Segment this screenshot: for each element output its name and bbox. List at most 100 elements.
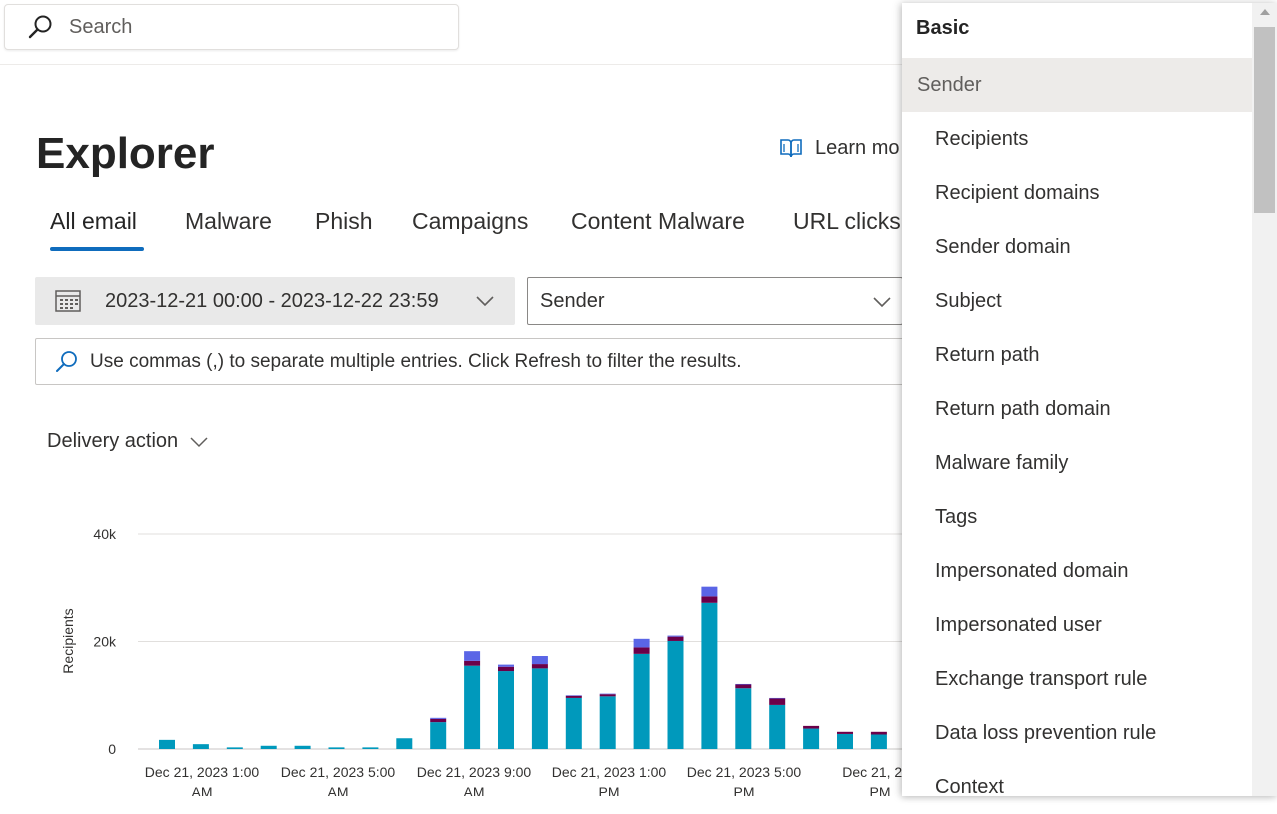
filter-input[interactable]: Use commas (,) to separate multiple entr… <box>35 338 915 385</box>
bar-segment[interactable] <box>769 697 786 699</box>
bar-segment[interactable] <box>701 586 718 597</box>
bar-segment[interactable] <box>633 647 650 654</box>
learn-more-label: Learn mo <box>815 136 900 159</box>
bar-segment[interactable] <box>531 668 548 749</box>
dropdown-item-return-path-domain[interactable]: Return path domain <box>902 382 1252 436</box>
bar-segment[interactable] <box>803 728 820 749</box>
bar-segment[interactable] <box>565 695 582 698</box>
x-tick-label: PM <box>599 784 620 796</box>
tab-url-clicks[interactable]: URL clicks <box>793 200 901 242</box>
bar-segment[interactable] <box>769 704 786 749</box>
bar-segment[interactable] <box>803 725 820 729</box>
search-icon <box>56 350 77 372</box>
bar-segment[interactable] <box>192 744 209 749</box>
bar-segment[interactable] <box>837 731 853 734</box>
search-icon <box>28 15 52 39</box>
dropdown-item-recipient-domains[interactable]: Recipient domains <box>902 166 1252 220</box>
bar-segment[interactable] <box>735 683 752 685</box>
bar-segment[interactable] <box>701 602 718 749</box>
bar-segment[interactable] <box>667 636 684 641</box>
x-tick-label: Dec 21, 2023 9:00 <box>417 764 532 780</box>
tab-malware[interactable]: Malware <box>185 200 272 242</box>
learn-more-link[interactable]: Learn mo <box>779 136 900 160</box>
bar-segment[interactable] <box>870 734 887 749</box>
y-tick-label: 0 <box>108 741 116 757</box>
page-title: Explorer <box>36 129 215 178</box>
bar-segment[interactable] <box>667 635 684 637</box>
bar-segment[interactable] <box>599 696 616 749</box>
book-icon <box>780 139 802 158</box>
bar-segment[interactable] <box>531 664 548 669</box>
tab-campaigns[interactable]: Campaigns <box>412 200 528 242</box>
date-range-picker[interactable]: 2023-12-21 00:00 - 2023-12-22 23:59 <box>35 277 515 325</box>
y-tick-label: 40k <box>93 526 117 542</box>
dropdown-section-header: Basic <box>916 17 970 39</box>
pivot-selector-label: Delivery action <box>47 430 179 452</box>
dropdown-item-sender-domain[interactable]: Sender domain <box>902 220 1252 274</box>
pivot-selector[interactable]: Delivery action <box>47 430 208 453</box>
bar-segment[interactable] <box>430 722 447 749</box>
bar-segment[interactable] <box>464 665 481 749</box>
y-axis-label: Recipients <box>60 608 76 673</box>
tab-phish[interactable]: Phish <box>315 200 373 242</box>
x-tick-label: PM <box>734 784 755 796</box>
scrollbar-thumb[interactable] <box>1254 27 1275 213</box>
bar-segment[interactable] <box>159 739 175 749</box>
dropdown-item-sender[interactable]: Sender <box>902 58 1252 112</box>
bar-segment[interactable] <box>464 660 481 666</box>
bar-segment[interactable] <box>464 651 481 661</box>
dropdown-item-subject[interactable]: Subject <box>902 274 1252 328</box>
bar-segment[interactable] <box>735 688 752 749</box>
tab-content-malware[interactable]: Content Malware <box>571 200 745 242</box>
bar-segment[interactable] <box>701 596 718 603</box>
x-tick-label: PM <box>870 784 891 796</box>
dropdown-item-tags[interactable]: Tags <box>902 490 1252 544</box>
bar-segment[interactable] <box>633 653 650 749</box>
bar-segment[interactable] <box>667 640 684 749</box>
property-select[interactable]: Sender <box>527 277 903 325</box>
dropdown-item-malware-family[interactable]: Malware family <box>902 436 1252 490</box>
date-range-value: 2023-12-21 00:00 - 2023-12-22 23:59 <box>105 289 439 312</box>
bar-segment[interactable] <box>260 745 277 749</box>
bar-segment[interactable] <box>870 731 887 735</box>
bar-segment[interactable] <box>362 747 379 749</box>
dropdown-item-return-path[interactable]: Return path <box>902 328 1252 382</box>
bar-segment[interactable] <box>633 638 650 648</box>
x-tick-label: Dec 21, 2023 5:00 <box>281 764 396 780</box>
bar-segment[interactable] <box>498 666 514 672</box>
active-tab-indicator <box>50 247 144 251</box>
bar-segment[interactable] <box>599 694 616 697</box>
bar-segment[interactable] <box>498 664 514 667</box>
bar-segment[interactable] <box>531 656 548 665</box>
x-tick-label: Dec 21, 2023 1:00 <box>145 764 260 780</box>
bar-segment[interactable] <box>430 717 447 719</box>
scroll-up-arrow-icon[interactable] <box>1260 9 1270 15</box>
bar-segment[interactable] <box>294 745 311 749</box>
chevron-down-icon <box>873 297 891 308</box>
dropdown-item-impersonated-user[interactable]: Impersonated user <box>902 598 1252 652</box>
dropdown-item-impersonated-domain[interactable]: Impersonated domain <box>902 544 1252 598</box>
tab-all-email[interactable]: All email <box>50 200 137 242</box>
bar-segment[interactable] <box>396 738 413 749</box>
dropdown-item-recipients[interactable]: Recipients <box>902 112 1252 166</box>
chevron-down-icon <box>190 436 208 447</box>
bar-segment[interactable] <box>498 671 514 749</box>
dropdown-item-context[interactable]: Context <box>902 760 1252 814</box>
search-box[interactable]: Search <box>4 4 459 50</box>
bar-segment[interactable] <box>735 684 752 689</box>
bar-segment[interactable] <box>328 747 345 749</box>
property-select-value: Sender <box>540 289 605 312</box>
bar-segment[interactable] <box>565 697 582 749</box>
dropdown-item-exchange-transport-rule[interactable]: Exchange transport rule <box>902 652 1252 706</box>
x-tick-label: Dec 21, 202 <box>842 764 905 780</box>
recipients-chart: 0 20k 40k Recipients Dec 21, 2023 1:00 AM Dec … <box>60 526 905 796</box>
bar-segment[interactable] <box>226 747 243 749</box>
bar-segment[interactable] <box>769 698 786 705</box>
bar-segment[interactable] <box>837 733 853 749</box>
bar-segment[interactable] <box>565 695 582 696</box>
bar-segment[interactable] <box>599 693 616 695</box>
dropdown-item-data-loss-prevention-rule[interactable]: Data loss prevention rule <box>902 706 1252 760</box>
dropdown-scrollbar[interactable] <box>1252 3 1277 796</box>
bar-segment[interactable] <box>430 718 447 723</box>
filter-input-placeholder: Use commas (,) to separate multiple entr… <box>90 350 742 372</box>
